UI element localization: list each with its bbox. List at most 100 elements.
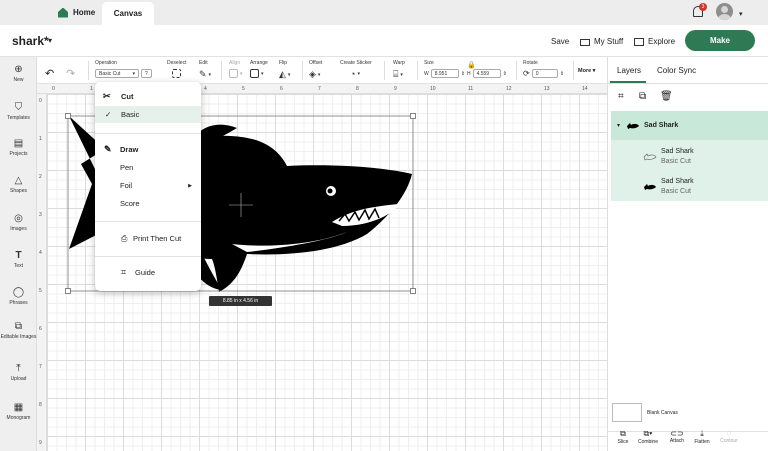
operation-help-button[interactable]: ?	[141, 69, 152, 78]
lock-icon[interactable]: 🔒	[467, 61, 476, 69]
duplicate-icon[interactable]: ⧉	[639, 91, 646, 102]
dropdown-divider	[95, 133, 201, 134]
dropdown-item-pen[interactable]: Pen	[95, 159, 201, 176]
save-label: Save	[551, 37, 570, 46]
dropdown-item-score[interactable]: Score	[95, 195, 201, 212]
layer-item[interactable]: Sad Shark Basic Cut	[643, 143, 763, 171]
upload-icon: ⤒	[16, 363, 21, 374]
rotate-icon: ⟳	[523, 69, 530, 78]
height-input[interactable]: 4.559	[472, 69, 501, 78]
sidebar-item-phrases[interactable]: ◯ Phrases	[0, 287, 37, 306]
combine-button[interactable]: ⧉▾ Combine	[637, 429, 659, 445]
flip-group[interactable]: Flip ◭ ▾	[279, 60, 290, 80]
redo-icon[interactable]: ↷	[66, 67, 75, 80]
toolbar-divider	[88, 61, 89, 80]
offset-group[interactable]: Offset ◈ ▾	[309, 60, 322, 80]
warp-label: Warp	[393, 60, 405, 66]
project-name[interactable]: shark*	[12, 34, 49, 48]
edit-group[interactable]: Edit ✎ ▾	[199, 60, 211, 80]
operation-label: Operation	[95, 60, 117, 66]
make-button[interactable]: Make	[685, 30, 755, 51]
width-input[interactable]: 8.951	[430, 69, 459, 78]
ruler-tick: 11	[468, 86, 474, 92]
chevron-down-icon: ▾	[240, 70, 243, 77]
text-t-icon: T	[15, 250, 22, 261]
rotate-input[interactable]: 0	[531, 69, 558, 78]
operation-select[interactable]: Basic Cut ▾	[95, 69, 139, 78]
sidebar-item-label: Upload	[10, 376, 27, 382]
combine-label: Combine	[637, 439, 658, 445]
chevron-down-icon[interactable]: ▾	[739, 10, 743, 18]
create-sticker-group[interactable]: Create Sticker ◔ ▾	[340, 60, 372, 79]
layer-item[interactable]: Sad Shark Basic Cut	[643, 173, 763, 201]
deselect-group[interactable]: Deselect	[167, 60, 186, 78]
cut-label: Cut	[121, 92, 134, 101]
flatten-icon: ⤓	[700, 429, 704, 438]
align-group[interactable]: Align ▾	[229, 60, 243, 78]
plus-circle-icon: ⊕	[14, 64, 23, 75]
height-label: H	[466, 70, 471, 77]
ruler-tick: 0	[52, 86, 55, 92]
sidebar-item-projects[interactable]: ▤ Projects	[0, 138, 37, 157]
dropdown-item-print-then-cut[interactable]: ⎙ Print Then Cut	[95, 230, 201, 247]
tab-color-sync[interactable]: Color Sync	[657, 66, 696, 75]
ruler-tick: 5	[242, 86, 245, 92]
sidebar-item-new[interactable]: ⊕ New	[0, 64, 37, 83]
check-icon: ✓	[105, 110, 112, 119]
chevron-down-icon[interactable]: ▾	[617, 122, 620, 129]
operation-dropdown: ✂ Cut ✓ Basic ✎ Draw Pen Foil ▶ Score ⎙ …	[95, 82, 201, 291]
tab-canvas[interactable]: Canvas	[102, 2, 154, 25]
contour-button[interactable]: ◌ Contour	[718, 429, 740, 444]
slice-button[interactable]: ⧉ Slice	[612, 429, 634, 445]
chevron-down-icon[interactable]: ▾	[48, 36, 52, 45]
sidebar-item-monogram[interactable]: ▦ Monogram	[0, 402, 37, 421]
ruler-tick: 8	[356, 86, 359, 92]
tab-layers[interactable]: Layers	[617, 66, 641, 75]
sidebar-item-templates[interactable]: ⛉ Templates	[0, 102, 37, 121]
width-stepper[interactable]: ⇕	[461, 71, 465, 77]
align-icon	[229, 69, 238, 78]
explore-button[interactable]: Explore	[634, 37, 675, 46]
dropdown-item-foil[interactable]: Foil ▶	[95, 177, 201, 194]
arrange-label: Arrange	[250, 60, 268, 66]
trash-icon[interactable]: 🗑	[660, 91, 673, 102]
more-button[interactable]: More ▾	[578, 68, 595, 74]
sidebar-item-upload[interactable]: ⤒ Upload	[0, 363, 37, 382]
rotate-stepper[interactable]: ⇕	[560, 71, 564, 77]
avatar[interactable]	[716, 3, 733, 20]
ruler-tick: 6	[39, 326, 42, 332]
sidebar-item-label: Monogram	[6, 415, 31, 421]
undo-icon[interactable]: ↶	[45, 67, 54, 80]
chevron-down-icon: ▾	[400, 71, 403, 78]
my-stuff-button[interactable]: My Stuff	[580, 37, 623, 46]
lightbulb-icon: ◎	[14, 213, 23, 224]
blank-canvas-swatch[interactable]	[612, 403, 642, 422]
sidebar-item-text[interactable]: T Text	[0, 250, 37, 269]
dropdown-divider	[95, 256, 201, 257]
warp-group[interactable]: Warp ⌸ ▾	[393, 60, 405, 80]
attach-button[interactable]: ⊂⊃ Attach	[666, 429, 688, 444]
sidebar-item-editable-images[interactable]: ⧉ Editable Images	[0, 321, 37, 340]
ruler-tick: 7	[318, 86, 321, 92]
dropdown-header-draw: ✎ Draw	[95, 141, 201, 158]
tab-home[interactable]: Home	[50, 0, 102, 25]
guide-icon: ⌗	[121, 267, 127, 277]
sidebar-item-shapes[interactable]: △ Shapes	[0, 175, 37, 194]
foil-label: Foil	[120, 181, 133, 190]
pencil-icon: ✎	[104, 144, 112, 154]
dropdown-item-guide[interactable]: ⌗ Guide	[95, 264, 201, 281]
width-value: 8.951	[434, 70, 448, 77]
toolbar-divider	[302, 61, 303, 80]
notification-badge: 3	[699, 3, 707, 11]
basic-label: Basic	[121, 110, 140, 119]
flatten-button[interactable]: ⤓ Flatten	[691, 429, 713, 445]
toolbar-divider	[573, 61, 574, 80]
dropdown-item-basic[interactable]: ✓ Basic	[95, 106, 201, 123]
sidebar-item-images[interactable]: ◎ Images	[0, 213, 37, 232]
save-button[interactable]: Save	[551, 37, 569, 46]
layer-group-header[interactable]: ▾ Sad Shark	[611, 111, 768, 140]
height-stepper[interactable]: ⇕	[503, 71, 507, 77]
group-icon[interactable]: ⌗	[618, 91, 624, 102]
arrange-group[interactable]: Arrange ▾	[250, 60, 268, 78]
size-group: Size W 8.951 ⇕ H 4.559 ⇕	[424, 60, 507, 78]
